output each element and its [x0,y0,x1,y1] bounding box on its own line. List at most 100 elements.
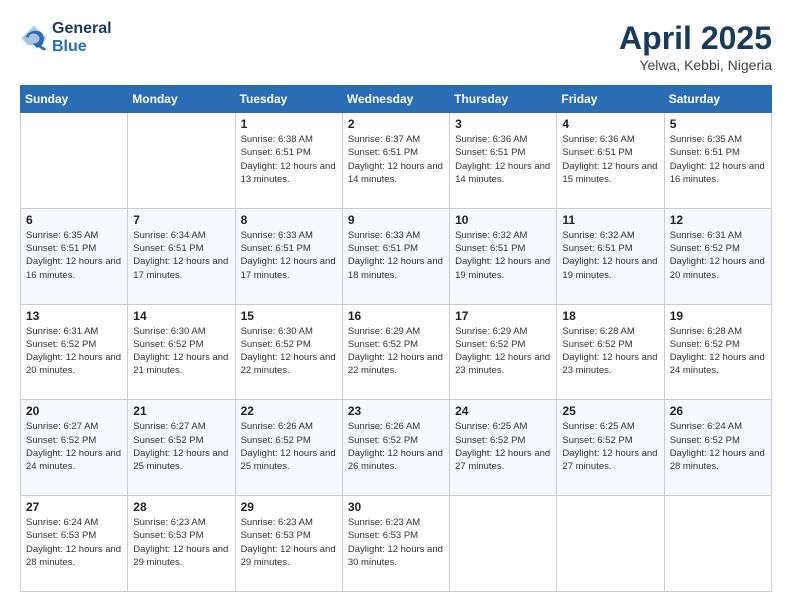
day-detail: Sunrise: 6:33 AM Sunset: 6:51 PM Dayligh… [241,229,337,282]
calendar-cell: 13Sunrise: 6:31 AM Sunset: 6:52 PM Dayli… [21,304,128,400]
calendar-cell: 24 Sunrise: 6:25 AM Sunset: 6:52 PM Dayli… [450,400,557,496]
calendar-cell: 14Sunrise: 6:30 AM Sunset: 6:52 PM Dayli… [128,304,235,400]
location: Yelwa, Kebbi, Nigeria [619,57,772,73]
day-detail: Sunrise: 6:29 AM Sunset: 6:52 PM Dayligh… [455,325,551,378]
day-number: 22 [241,404,337,418]
logo-text: General Blue [52,20,112,55]
day-detail: Sunrise: 6:29 AM Sunset: 6:52 PM Dayligh… [348,325,444,378]
calendar-cell: 16 Sunrise: 6:29 AM Sunset: 6:52 PM Dayli… [342,304,449,400]
day-detail: Sunrise: 6:36 AM Sunset: 6:51 PM Dayligh… [455,133,551,186]
day-number: 24 [455,404,551,418]
day-detail: Sunrise: 6:28 AM Sunset: 6:52 PM Dayligh… [562,325,658,378]
calendar-cell: 9 Sunrise: 6:33 AM Sunset: 6:51 PM Daylig… [342,208,449,304]
day-detail: Sunrise: 6:38 AM Sunset: 6:51 PM Dayligh… [241,133,337,186]
calendar-cell: 10 Sunrise: 6:32 AM Sunset: 6:51 PM Dayli… [450,208,557,304]
calendar-cell: 26 Sunrise: 6:24 AM Sunset: 6:52 PM Dayli… [664,400,771,496]
day-number: 19 [670,309,766,323]
calendar-week-row: 6 Sunrise: 6:35 AM Sunset: 6:51 PM Daylig… [21,208,772,304]
day-number: 30 [348,500,444,514]
day-number: 23 [348,404,444,418]
day-detail: Sunrise: 6:26 AM Sunset: 6:52 PM Dayligh… [348,420,444,473]
calendar-header-row: SundayMondayTuesdayWednesdayThursdayFrid… [21,86,772,113]
day-detail: Sunrise: 6:27 AM Sunset: 6:52 PM Dayligh… [133,420,229,473]
calendar-cell: 18 Sunrise: 6:28 AM Sunset: 6:52 PM Dayli… [557,304,664,400]
logo-icon [20,24,48,52]
day-detail: Sunrise: 6:31 AM Sunset: 6:52 PM Dayligh… [26,325,122,378]
day-detail: Sunrise: 6:35 AM Sunset: 6:51 PM Dayligh… [26,229,122,282]
day-detail: Sunrise: 6:34 AM Sunset: 6:51 PM Dayligh… [133,229,229,282]
weekday-header-wednesday: Wednesday [342,86,449,113]
weekday-header-sunday: Sunday [21,86,128,113]
day-number: 8 [241,213,337,227]
day-detail: Sunrise: 6:23 AM Sunset: 6:53 PM Dayligh… [241,516,337,569]
day-detail: Sunrise: 6:26 AM Sunset: 6:52 PM Dayligh… [241,420,337,473]
day-number: 16 [348,309,444,323]
day-number: 27 [26,500,122,514]
calendar-cell: 15 Sunrise: 6:30 AM Sunset: 6:52 PM Dayli… [235,304,342,400]
day-detail: Sunrise: 6:24 AM Sunset: 6:52 PM Dayligh… [670,420,766,473]
calendar-week-row: 20Sunrise: 6:27 AM Sunset: 6:52 PM Dayli… [21,400,772,496]
calendar-cell: 11 Sunrise: 6:32 AM Sunset: 6:51 PM Dayli… [557,208,664,304]
day-number: 29 [241,500,337,514]
day-detail: Sunrise: 6:25 AM Sunset: 6:52 PM Dayligh… [562,420,658,473]
day-detail: Sunrise: 6:31 AM Sunset: 6:52 PM Dayligh… [670,229,766,282]
calendar-cell [557,496,664,592]
day-detail: Sunrise: 6:28 AM Sunset: 6:52 PM Dayligh… [670,325,766,378]
calendar-cell: 30 Sunrise: 6:23 AM Sunset: 6:53 PM Dayli… [342,496,449,592]
day-number: 5 [670,117,766,131]
calendar-cell: 21 Sunrise: 6:27 AM Sunset: 6:52 PM Dayli… [128,400,235,496]
day-number: 15 [241,309,337,323]
calendar-cell: 3 Sunrise: 6:36 AM Sunset: 6:51 PM Daylig… [450,113,557,209]
calendar-cell: 5Sunrise: 6:35 AM Sunset: 6:51 PM Daylig… [664,113,771,209]
day-detail: Sunrise: 6:33 AM Sunset: 6:51 PM Dayligh… [348,229,444,282]
day-number: 6 [26,213,122,227]
weekday-header-tuesday: Tuesday [235,86,342,113]
day-number: 11 [562,213,658,227]
calendar-cell: 17 Sunrise: 6:29 AM Sunset: 6:52 PM Dayli… [450,304,557,400]
day-detail: Sunrise: 6:32 AM Sunset: 6:51 PM Dayligh… [455,229,551,282]
day-number: 10 [455,213,551,227]
day-number: 28 [133,500,229,514]
calendar-cell: 8 Sunrise: 6:33 AM Sunset: 6:51 PM Daylig… [235,208,342,304]
title-block: April 2025 Yelwa, Kebbi, Nigeria [619,20,772,73]
day-detail: Sunrise: 6:24 AM Sunset: 6:53 PM Dayligh… [26,516,122,569]
calendar-cell: 7Sunrise: 6:34 AM Sunset: 6:51 PM Daylig… [128,208,235,304]
logo: General Blue [20,20,112,55]
weekday-header-thursday: Thursday [450,86,557,113]
calendar-cell [21,113,128,209]
calendar-cell: 25Sunrise: 6:25 AM Sunset: 6:52 PM Dayli… [557,400,664,496]
day-detail: Sunrise: 6:27 AM Sunset: 6:52 PM Dayligh… [26,420,122,473]
weekday-header-saturday: Saturday [664,86,771,113]
day-detail: Sunrise: 6:30 AM Sunset: 6:52 PM Dayligh… [133,325,229,378]
day-number: 21 [133,404,229,418]
calendar-table: SundayMondayTuesdayWednesdayThursdayFrid… [20,85,772,592]
day-detail: Sunrise: 6:36 AM Sunset: 6:51 PM Dayligh… [562,133,658,186]
calendar-cell: 6 Sunrise: 6:35 AM Sunset: 6:51 PM Daylig… [21,208,128,304]
calendar-cell: 19 Sunrise: 6:28 AM Sunset: 6:52 PM Dayli… [664,304,771,400]
calendar-cell: 27 Sunrise: 6:24 AM Sunset: 6:53 PM Dayli… [21,496,128,592]
day-number: 26 [670,404,766,418]
weekday-header-friday: Friday [557,86,664,113]
calendar-week-row: 13Sunrise: 6:31 AM Sunset: 6:52 PM Dayli… [21,304,772,400]
calendar-cell: 12 Sunrise: 6:31 AM Sunset: 6:52 PM Dayli… [664,208,771,304]
calendar-cell: 20Sunrise: 6:27 AM Sunset: 6:52 PM Dayli… [21,400,128,496]
day-number: 17 [455,309,551,323]
day-detail: Sunrise: 6:30 AM Sunset: 6:52 PM Dayligh… [241,325,337,378]
day-number: 2 [348,117,444,131]
calendar-cell: 2Sunrise: 6:37 AM Sunset: 6:51 PM Daylig… [342,113,449,209]
calendar-cell: 1Sunrise: 6:38 AM Sunset: 6:51 PM Daylig… [235,113,342,209]
day-detail: Sunrise: 6:32 AM Sunset: 6:51 PM Dayligh… [562,229,658,282]
header: General Blue April 2025 Yelwa, Kebbi, Ni… [20,20,772,73]
day-number: 3 [455,117,551,131]
day-detail: Sunrise: 6:23 AM Sunset: 6:53 PM Dayligh… [133,516,229,569]
day-detail: Sunrise: 6:25 AM Sunset: 6:52 PM Dayligh… [455,420,551,473]
weekday-header-monday: Monday [128,86,235,113]
calendar-cell [450,496,557,592]
day-number: 18 [562,309,658,323]
day-number: 12 [670,213,766,227]
day-number: 9 [348,213,444,227]
calendar-cell [128,113,235,209]
calendar-cell: 4Sunrise: 6:36 AM Sunset: 6:51 PM Daylig… [557,113,664,209]
day-detail: Sunrise: 6:23 AM Sunset: 6:53 PM Dayligh… [348,516,444,569]
calendar-cell: 29 Sunrise: 6:23 AM Sunset: 6:53 PM Dayli… [235,496,342,592]
